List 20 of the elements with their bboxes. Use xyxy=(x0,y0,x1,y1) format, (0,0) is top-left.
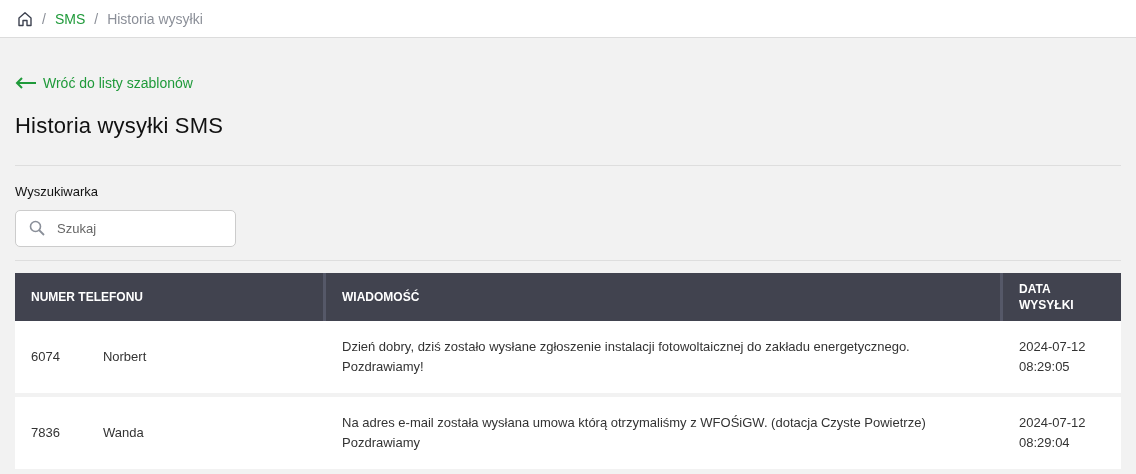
breadcrumb-separator: / xyxy=(94,10,99,27)
breadcrumb-separator: / xyxy=(42,10,46,27)
recipient-name: Wanda xyxy=(102,424,144,442)
back-link[interactable]: Wróć do listy szablonów xyxy=(15,75,193,91)
message-text: Dzień dobry, dziś zostało wysłane zgłoszenie instalacji fotowoltaicznej do zakładu energetycznego. Pozdrawiamy! xyxy=(342,338,910,376)
search-field[interactable]: Szukaj xyxy=(15,210,236,247)
home-icon[interactable] xyxy=(17,10,33,27)
send-date: 2024-07-12 08:29:05 xyxy=(1019,338,1086,376)
breadcrumb-current: Historia wysyłki xyxy=(107,10,203,27)
send-date: 2024-07-12 08:29:04 xyxy=(1019,414,1086,452)
phone-number: 6074 xyxy=(31,348,60,366)
recipient-name: Norbert xyxy=(102,348,147,366)
arrow-left-icon xyxy=(15,77,37,89)
column-header: NUMER TELEFONU xyxy=(30,289,144,306)
phone-number: 7836 xyxy=(31,424,60,442)
search-label: Wyszukiwarka xyxy=(15,184,99,199)
page-title: Historia wysyłki SMS xyxy=(15,113,225,139)
message-text: Na adres e-mail została wysłana umowa którą otrzymaliśmy z WFOŚiGW. (dotacja Czyste Powietrze) Pozdrawiamy xyxy=(342,414,926,452)
breadcrumb-link[interactable]: SMS xyxy=(54,10,86,27)
search-icon xyxy=(29,220,45,236)
